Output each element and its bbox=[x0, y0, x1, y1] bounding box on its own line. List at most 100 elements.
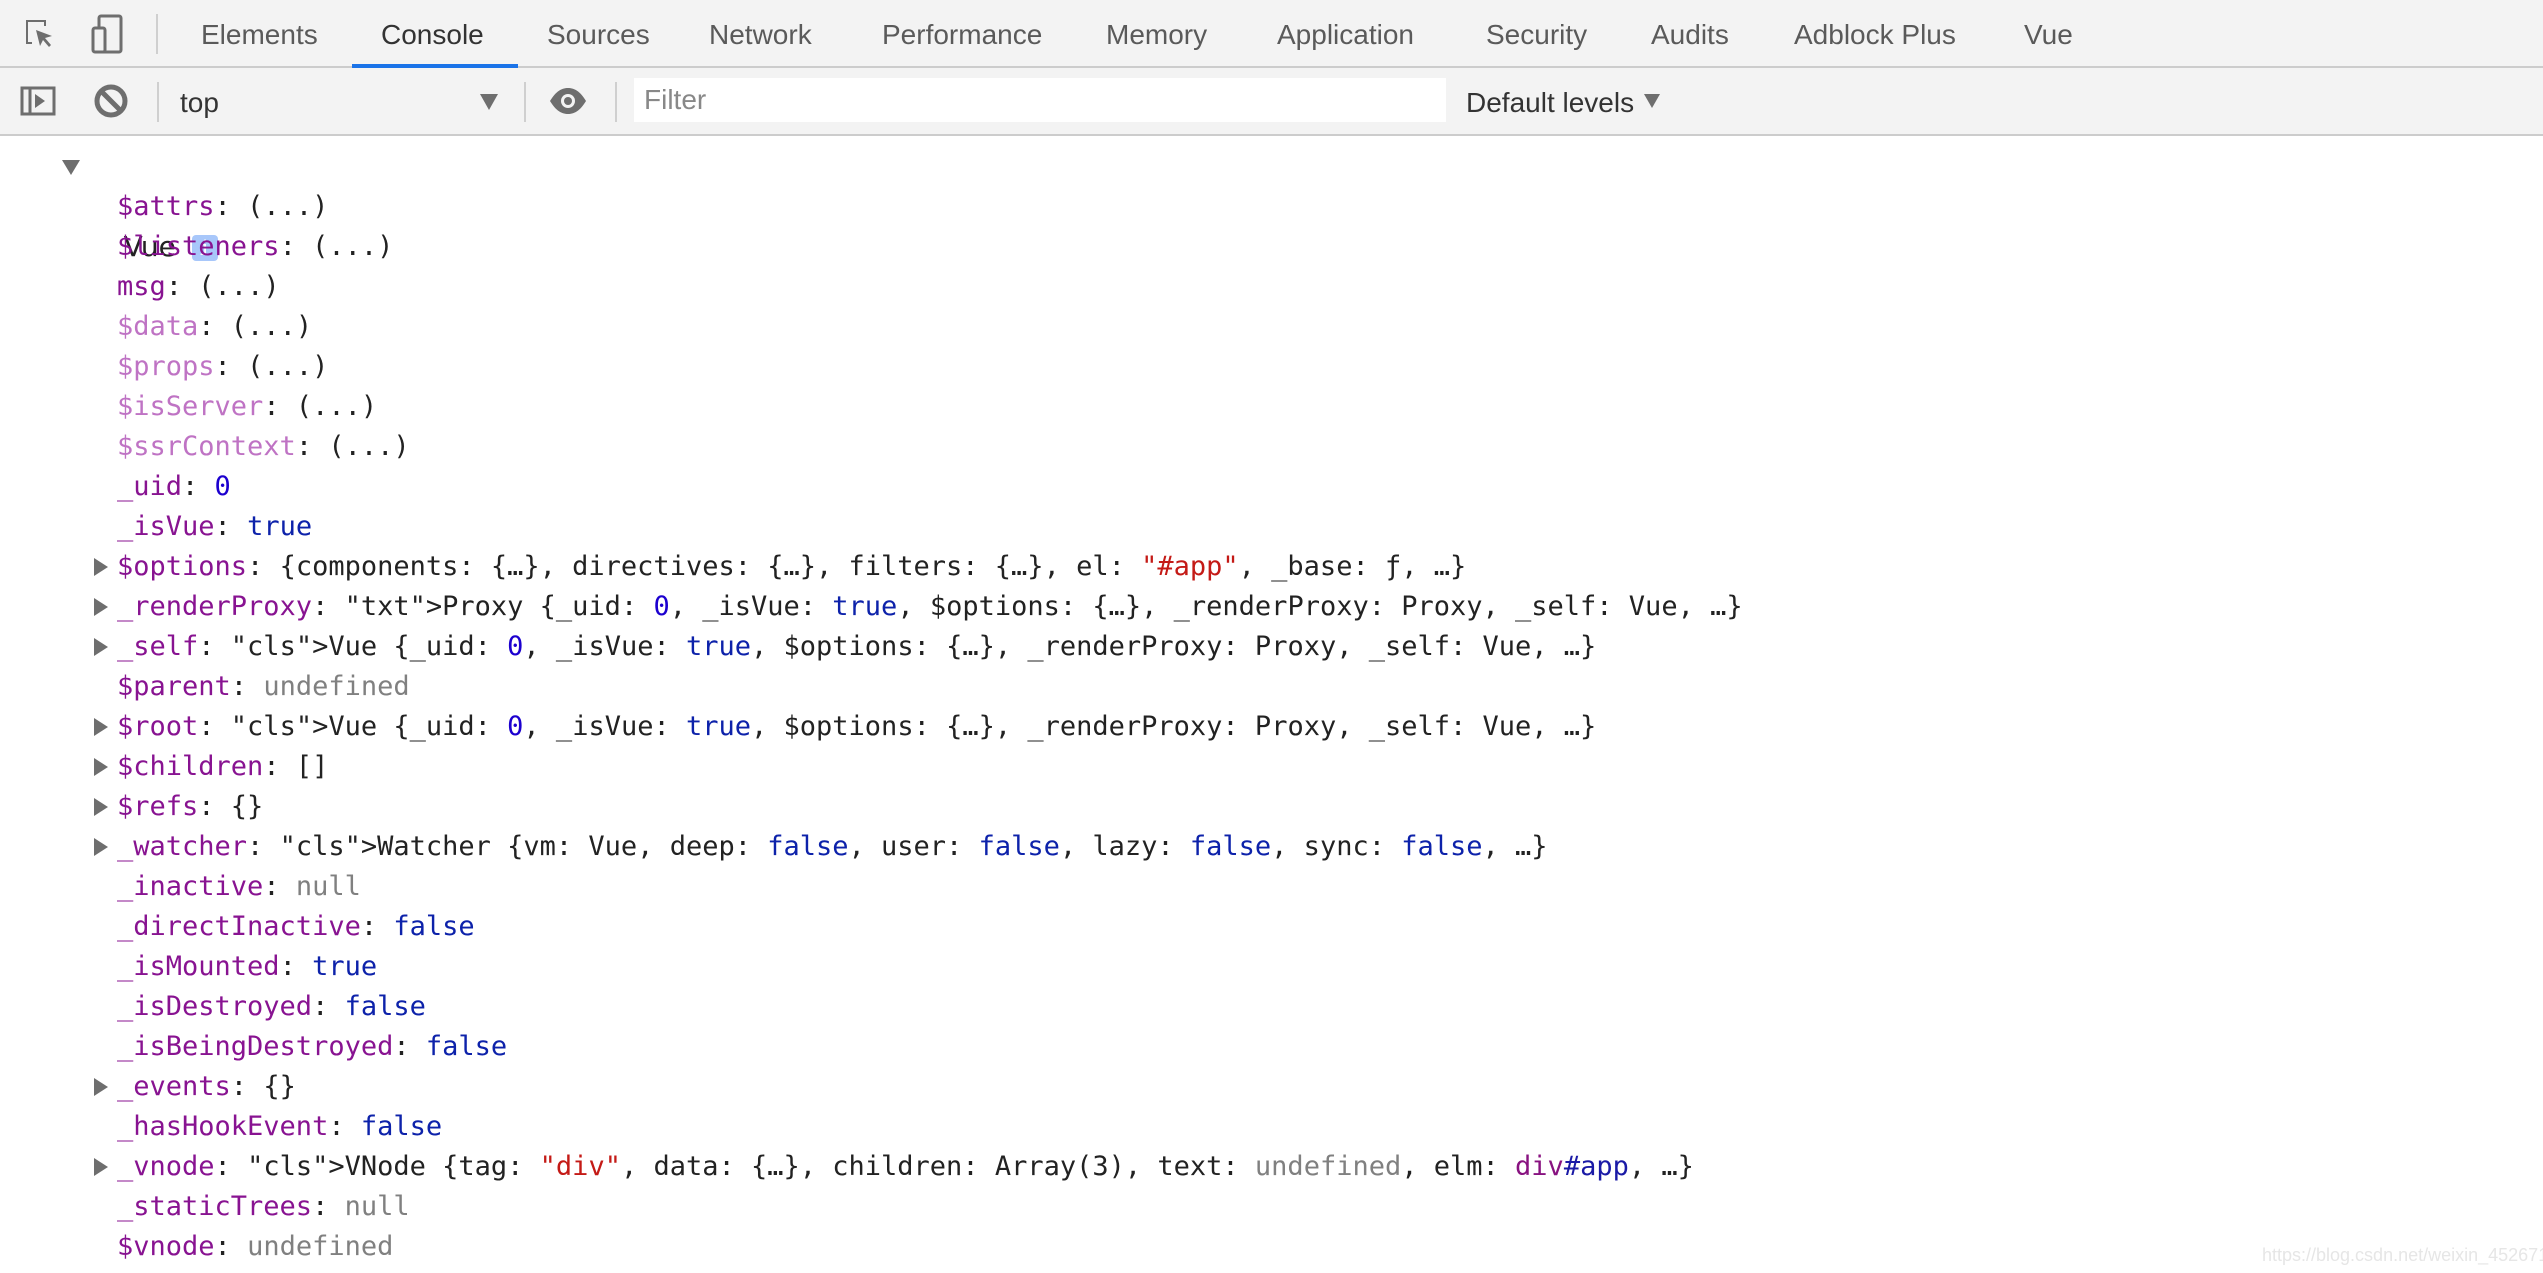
property-key: $listeners bbox=[117, 231, 280, 262]
device-toolbar-icon[interactable] bbox=[88, 14, 128, 54]
property-row[interactable]: $root: "cls">Vue {_uid: 0, _isVue: true,… bbox=[0, 707, 2543, 747]
property-row[interactable]: $data: (...) bbox=[0, 307, 2543, 347]
property-value: "cls">Watcher {vm: Vue, deep: false, use… bbox=[279, 831, 1548, 862]
property-value: [] bbox=[295, 751, 329, 782]
expand-triangle-icon[interactable] bbox=[94, 758, 108, 776]
property-row[interactable]: _vnode: "cls">VNode {tag: "div", data: {… bbox=[0, 1147, 2543, 1187]
property-value[interactable]: (...) bbox=[328, 431, 409, 462]
property-value: true bbox=[312, 951, 378, 982]
property-row[interactable]: _renderProxy: "txt">Proxy {_uid: 0, _isV… bbox=[0, 587, 2543, 627]
property-key: $isServer bbox=[117, 391, 264, 422]
property-value[interactable]: (...) bbox=[296, 391, 377, 422]
property-row[interactable]: msg: (...) bbox=[0, 267, 2543, 307]
property-row[interactable]: _watcher: "cls">Watcher {vm: Vue, deep: … bbox=[0, 827, 2543, 867]
tab-console[interactable]: Console bbox=[381, 0, 484, 66]
property-value[interactable]: (...) bbox=[247, 191, 328, 222]
filter-input[interactable] bbox=[634, 78, 1446, 122]
property-row: $vnode: undefined bbox=[0, 1227, 2543, 1267]
property-separator: : bbox=[214, 1151, 248, 1182]
property-key: _events bbox=[117, 1071, 231, 1102]
property-separator: : bbox=[214, 511, 248, 542]
property-value: undefined bbox=[247, 1231, 394, 1262]
property-key: $ssrContext bbox=[117, 431, 296, 462]
property-separator: : bbox=[182, 471, 215, 502]
property-separator: : bbox=[230, 671, 264, 702]
property-separator: : bbox=[247, 551, 280, 582]
property-value: "cls">Vue {_uid: 0, _isVue: true, $optio… bbox=[230, 711, 1597, 742]
tab-adblock-plus[interactable]: Adblock Plus bbox=[1794, 0, 1956, 66]
live-expression-eye-icon[interactable] bbox=[548, 81, 588, 121]
property-row[interactable]: $attrs: (...) bbox=[0, 187, 2543, 227]
property-row[interactable]: $options: {components: {…}, directives: … bbox=[0, 547, 2543, 587]
property-row[interactable]: $isServer: (...) bbox=[0, 387, 2543, 427]
property-value[interactable]: (...) bbox=[312, 231, 393, 262]
property-key: $parent bbox=[117, 671, 231, 702]
property-key: _vnode bbox=[117, 1151, 215, 1182]
property-row[interactable]: $listeners: (...) bbox=[0, 227, 2543, 267]
property-separator: : bbox=[247, 831, 280, 862]
expand-triangle-icon[interactable] bbox=[94, 798, 108, 816]
log-levels-label: Default levels bbox=[1466, 87, 1635, 118]
property-value: false bbox=[344, 991, 426, 1022]
tab-elements[interactable]: Elements bbox=[201, 0, 318, 66]
property-key: _isDestroyed bbox=[117, 991, 313, 1022]
property-key: $options bbox=[117, 551, 248, 582]
property-row: $parent: undefined bbox=[0, 667, 2543, 707]
context-selector[interactable]: top bbox=[180, 68, 219, 134]
property-value[interactable]: (...) bbox=[247, 351, 328, 382]
expand-triangle-icon[interactable] bbox=[94, 718, 108, 736]
show-sidebar-icon[interactable] bbox=[18, 81, 58, 121]
property-key: _isBeingDestroyed bbox=[117, 1031, 394, 1062]
property-separator: : bbox=[295, 431, 329, 462]
property-value: null bbox=[344, 1191, 410, 1222]
expand-triangle-icon[interactable] bbox=[94, 838, 108, 856]
expanded-triangle-icon[interactable] bbox=[62, 160, 80, 175]
property-separator: : bbox=[198, 311, 231, 342]
toolbar-divider bbox=[615, 82, 617, 122]
property-key: msg bbox=[117, 271, 166, 302]
expand-triangle-icon[interactable] bbox=[94, 558, 108, 576]
tab-vue[interactable]: Vue bbox=[2024, 0, 2073, 66]
expand-triangle-icon[interactable] bbox=[94, 638, 108, 656]
property-key: _isVue bbox=[117, 511, 215, 542]
tab-sources[interactable]: Sources bbox=[547, 0, 650, 66]
expand-triangle-icon[interactable] bbox=[94, 1158, 108, 1176]
property-value: true bbox=[247, 511, 313, 542]
console-output: Vue i $attrs: (...) $listeners: (...) msg: … bbox=[0, 147, 2543, 1267]
property-row: _uid: 0 bbox=[0, 467, 2543, 507]
toolbar-divider bbox=[157, 82, 159, 122]
tab-audits[interactable]: Audits bbox=[1651, 0, 1729, 66]
log-levels-dropdown[interactable]: Default levels bbox=[1466, 68, 1661, 134]
property-value: null bbox=[295, 871, 361, 902]
property-row[interactable]: $props: (...) bbox=[0, 347, 2543, 387]
property-key: $children bbox=[117, 751, 264, 782]
property-value: undefined bbox=[263, 671, 410, 702]
property-row[interactable]: $children: [] bbox=[0, 747, 2543, 787]
property-value: 0 bbox=[214, 471, 231, 502]
property-row[interactable]: $refs: {} bbox=[0, 787, 2543, 827]
property-row[interactable]: _events: {} bbox=[0, 1067, 2543, 1107]
object-root-row[interactable]: Vue i bbox=[0, 147, 2543, 263]
property-value: false bbox=[360, 1111, 443, 1142]
tab-memory[interactable]: Memory bbox=[1106, 0, 1207, 66]
property-separator: : bbox=[263, 751, 296, 782]
property-value[interactable]: (...) bbox=[198, 271, 279, 302]
clear-console-icon[interactable] bbox=[91, 81, 131, 121]
property-separator: : bbox=[198, 791, 231, 822]
tab-security[interactable]: Security bbox=[1486, 0, 1587, 66]
tab-application[interactable]: Application bbox=[1277, 0, 1414, 66]
tab-network[interactable]: Network bbox=[709, 0, 812, 66]
property-value[interactable]: (...) bbox=[231, 311, 312, 342]
property-key: _directInactive bbox=[117, 911, 361, 942]
inspect-element-icon[interactable] bbox=[20, 14, 60, 54]
property-row: _inactive: null bbox=[0, 867, 2543, 907]
property-value: "txt">Proxy {_uid: 0, _isVue: true, $opt… bbox=[344, 591, 1743, 622]
expand-triangle-icon[interactable] bbox=[94, 598, 108, 616]
tab-performance[interactable]: Performance bbox=[882, 0, 1042, 66]
property-separator: : bbox=[214, 351, 248, 382]
property-row[interactable]: _self: "cls">Vue {_uid: 0, _isVue: true,… bbox=[0, 627, 2543, 667]
chevron-down-icon[interactable] bbox=[480, 94, 498, 110]
property-key: $vnode bbox=[117, 1231, 215, 1262]
expand-triangle-icon[interactable] bbox=[94, 1078, 108, 1096]
property-row[interactable]: $ssrContext: (...) bbox=[0, 427, 2543, 467]
